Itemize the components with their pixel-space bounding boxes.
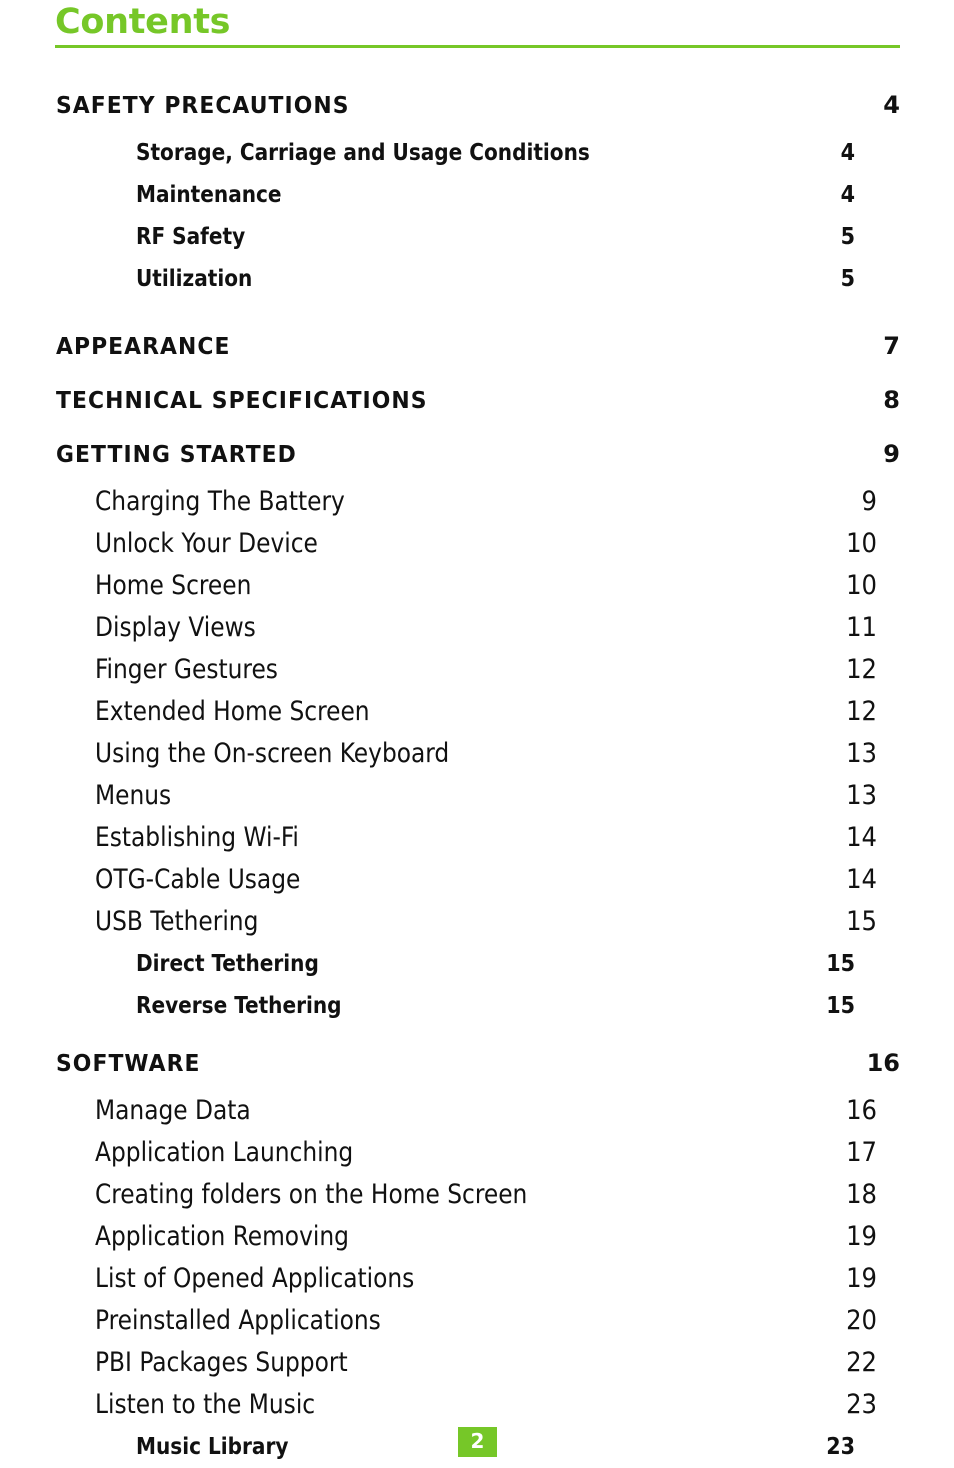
toc-entry-application-removing[interactable]: Application Removing 19	[0, 1216, 954, 1258]
toc-entry-label: RF Safety	[136, 224, 246, 250]
toc-entry-manage-data[interactable]: Manage Data 16	[0, 1090, 954, 1132]
toc-entry-software[interactable]: SOFTWARE 16	[0, 1036, 954, 1090]
toc-entry-listen-to-the-music[interactable]: Listen to the Music 23	[0, 1384, 954, 1426]
toc-entry-page: 22	[846, 1347, 877, 1378]
toc-entry-page: 4	[883, 91, 900, 119]
toc-entry-technical-specifications[interactable]: TECHNICAL SPECIFICATIONS 8	[0, 373, 954, 427]
toc-entry-usb-tethering[interactable]: USB Tethering 15	[0, 901, 954, 943]
toc-entry-page: 20	[846, 1305, 877, 1336]
toc-entry-otg-cable-usage[interactable]: OTG-Cable Usage 14	[0, 859, 954, 901]
toc-entry-creating-folders-on-the-home-screen[interactable]: Creating folders on the Home Screen 18	[0, 1174, 954, 1216]
toc-entry-label: Manage Data	[95, 1095, 251, 1126]
contents-title-block: Contents	[55, 2, 900, 48]
toc-entry-page: 4	[840, 140, 855, 166]
toc-entry-label: Unlock Your Device	[95, 528, 318, 559]
toc-entry-page: 14	[846, 822, 877, 853]
toc-entry-label: Extended Home Screen	[95, 696, 370, 727]
toc-entry-label: Using the On-screen Keyboard	[95, 738, 450, 769]
toc-entry-page: 10	[846, 570, 877, 601]
toc-entry-page: 9	[883, 440, 900, 468]
toc-entry-page: 15	[826, 951, 855, 977]
toc-entry-label: Charging The Battery	[95, 486, 345, 517]
toc-entry-menus[interactable]: Menus 13	[0, 775, 954, 817]
toc-entry-page: 15	[826, 993, 855, 1019]
toc-entry-label: Maintenance	[136, 182, 282, 208]
toc-entry-page: 14	[846, 864, 877, 895]
toc-entry-direct-tethering[interactable]: Direct Tethering 15	[0, 943, 954, 985]
toc-entry-label: SAFETY PRECAUTIONS	[56, 91, 350, 119]
toc-entry-page: 19	[846, 1263, 877, 1294]
toc-entry-page: 13	[846, 780, 877, 811]
toc-entry-label: Preinstalled Applications	[95, 1305, 381, 1336]
toc-entry-label: USB Tethering	[95, 906, 259, 937]
toc-entry-label: Utilization	[136, 266, 253, 292]
toc-entry-page: 10	[846, 528, 877, 559]
toc-entry-page: 16	[846, 1095, 877, 1126]
toc-entry-label: Music Library	[136, 1434, 289, 1460]
toc-entry-label: PBI Packages Support	[95, 1347, 348, 1378]
toc-entry-page: 8	[883, 386, 900, 414]
toc-entry-using-the-on-screen-keyboard[interactable]: Using the On-screen Keyboard 13	[0, 733, 954, 775]
toc-entry-label: Direct Tethering	[136, 951, 319, 977]
toc-entry-appearance[interactable]: APPEARANCE 7	[0, 319, 954, 373]
page-title: Contents	[55, 2, 231, 42]
toc-entry-page: 12	[846, 696, 877, 727]
toc-entry-page: 18	[846, 1179, 877, 1210]
toc-entry-label: APPEARANCE	[56, 332, 231, 360]
toc-entry-application-launching[interactable]: Application Launching 17	[0, 1132, 954, 1174]
table-of-contents: SAFETY PRECAUTIONS 4 Storage, Carriage a…	[0, 78, 954, 1468]
toc-entry-label: Menus	[95, 780, 172, 811]
toc-entry-page: 19	[846, 1221, 877, 1252]
toc-entry-page: 5	[840, 266, 855, 292]
toc-entry-label: Listen to the Music	[95, 1389, 316, 1420]
toc-entry-list-of-opened-applications[interactable]: List of Opened Applications 19	[0, 1258, 954, 1300]
toc-entry-label: Reverse Tethering	[136, 993, 342, 1019]
toc-entry-label: Finger Gestures	[95, 654, 278, 685]
toc-entry-home-screen[interactable]: Home Screen 10	[0, 565, 954, 607]
toc-entry-page: 23	[826, 1434, 855, 1460]
toc-entry-label: GETTING STARTED	[56, 440, 297, 468]
toc-entry-page: 9	[861, 486, 877, 517]
page-number-badge: 2	[458, 1427, 497, 1457]
toc-entry-label: Application Removing	[95, 1221, 349, 1252]
toc-entry-page: 16	[866, 1049, 900, 1077]
toc-entry-label: SOFTWARE	[56, 1049, 201, 1077]
toc-entry-page: 7	[883, 332, 900, 360]
toc-entry-finger-gestures[interactable]: Finger Gestures 12	[0, 649, 954, 691]
toc-entry-preinstalled-applications[interactable]: Preinstalled Applications 20	[0, 1300, 954, 1342]
toc-entry-utilization[interactable]: Utilization 5	[0, 258, 954, 300]
toc-entry-page: 5	[840, 224, 855, 250]
toc-entry-label: Storage, Carriage and Usage Conditions	[136, 140, 590, 166]
toc-entry-unlock-your-device[interactable]: Unlock Your Device 10	[0, 523, 954, 565]
toc-entry-establishing-wi-fi[interactable]: Establishing Wi-Fi 14	[0, 817, 954, 859]
toc-entry-page: 23	[846, 1389, 877, 1420]
title-divider-rule	[55, 45, 900, 48]
toc-entry-label: List of Opened Applications	[95, 1263, 415, 1294]
toc-entry-label: Display Views	[95, 612, 256, 643]
toc-entry-safety-precautions[interactable]: SAFETY PRECAUTIONS 4	[0, 78, 954, 132]
toc-entry-label: Creating folders on the Home Screen	[95, 1179, 528, 1210]
toc-entry-label: TECHNICAL SPECIFICATIONS	[56, 386, 428, 414]
toc-entry-display-views[interactable]: Display Views 11	[0, 607, 954, 649]
toc-entry-getting-started[interactable]: GETTING STARTED 9	[0, 427, 954, 481]
toc-entry-page: 15	[846, 906, 877, 937]
toc-entry-rf-safety[interactable]: RF Safety 5	[0, 216, 954, 258]
toc-entry-page: 17	[846, 1137, 877, 1168]
toc-entry-pbi-packages-support[interactable]: PBI Packages Support 22	[0, 1342, 954, 1384]
toc-entry-page: 13	[846, 738, 877, 769]
toc-entry-page: 4	[840, 182, 855, 208]
toc-entry-storage-carriage-and-usage-conditions[interactable]: Storage, Carriage and Usage Conditions 4	[0, 132, 954, 174]
toc-entry-page: 12	[846, 654, 877, 685]
toc-entry-page: 11	[846, 612, 877, 643]
toc-entry-label: OTG-Cable Usage	[95, 864, 301, 895]
toc-entry-maintenance[interactable]: Maintenance 4	[0, 174, 954, 216]
toc-entry-label: Establishing Wi-Fi	[95, 822, 299, 853]
toc-entry-label: Home Screen	[95, 570, 252, 601]
toc-entry-charging-the-battery[interactable]: Charging The Battery 9	[0, 481, 954, 523]
toc-entry-extended-home-screen[interactable]: Extended Home Screen 12	[0, 691, 954, 733]
toc-entry-reverse-tethering[interactable]: Reverse Tethering 15	[0, 985, 954, 1027]
toc-entry-label: Application Launching	[95, 1137, 354, 1168]
